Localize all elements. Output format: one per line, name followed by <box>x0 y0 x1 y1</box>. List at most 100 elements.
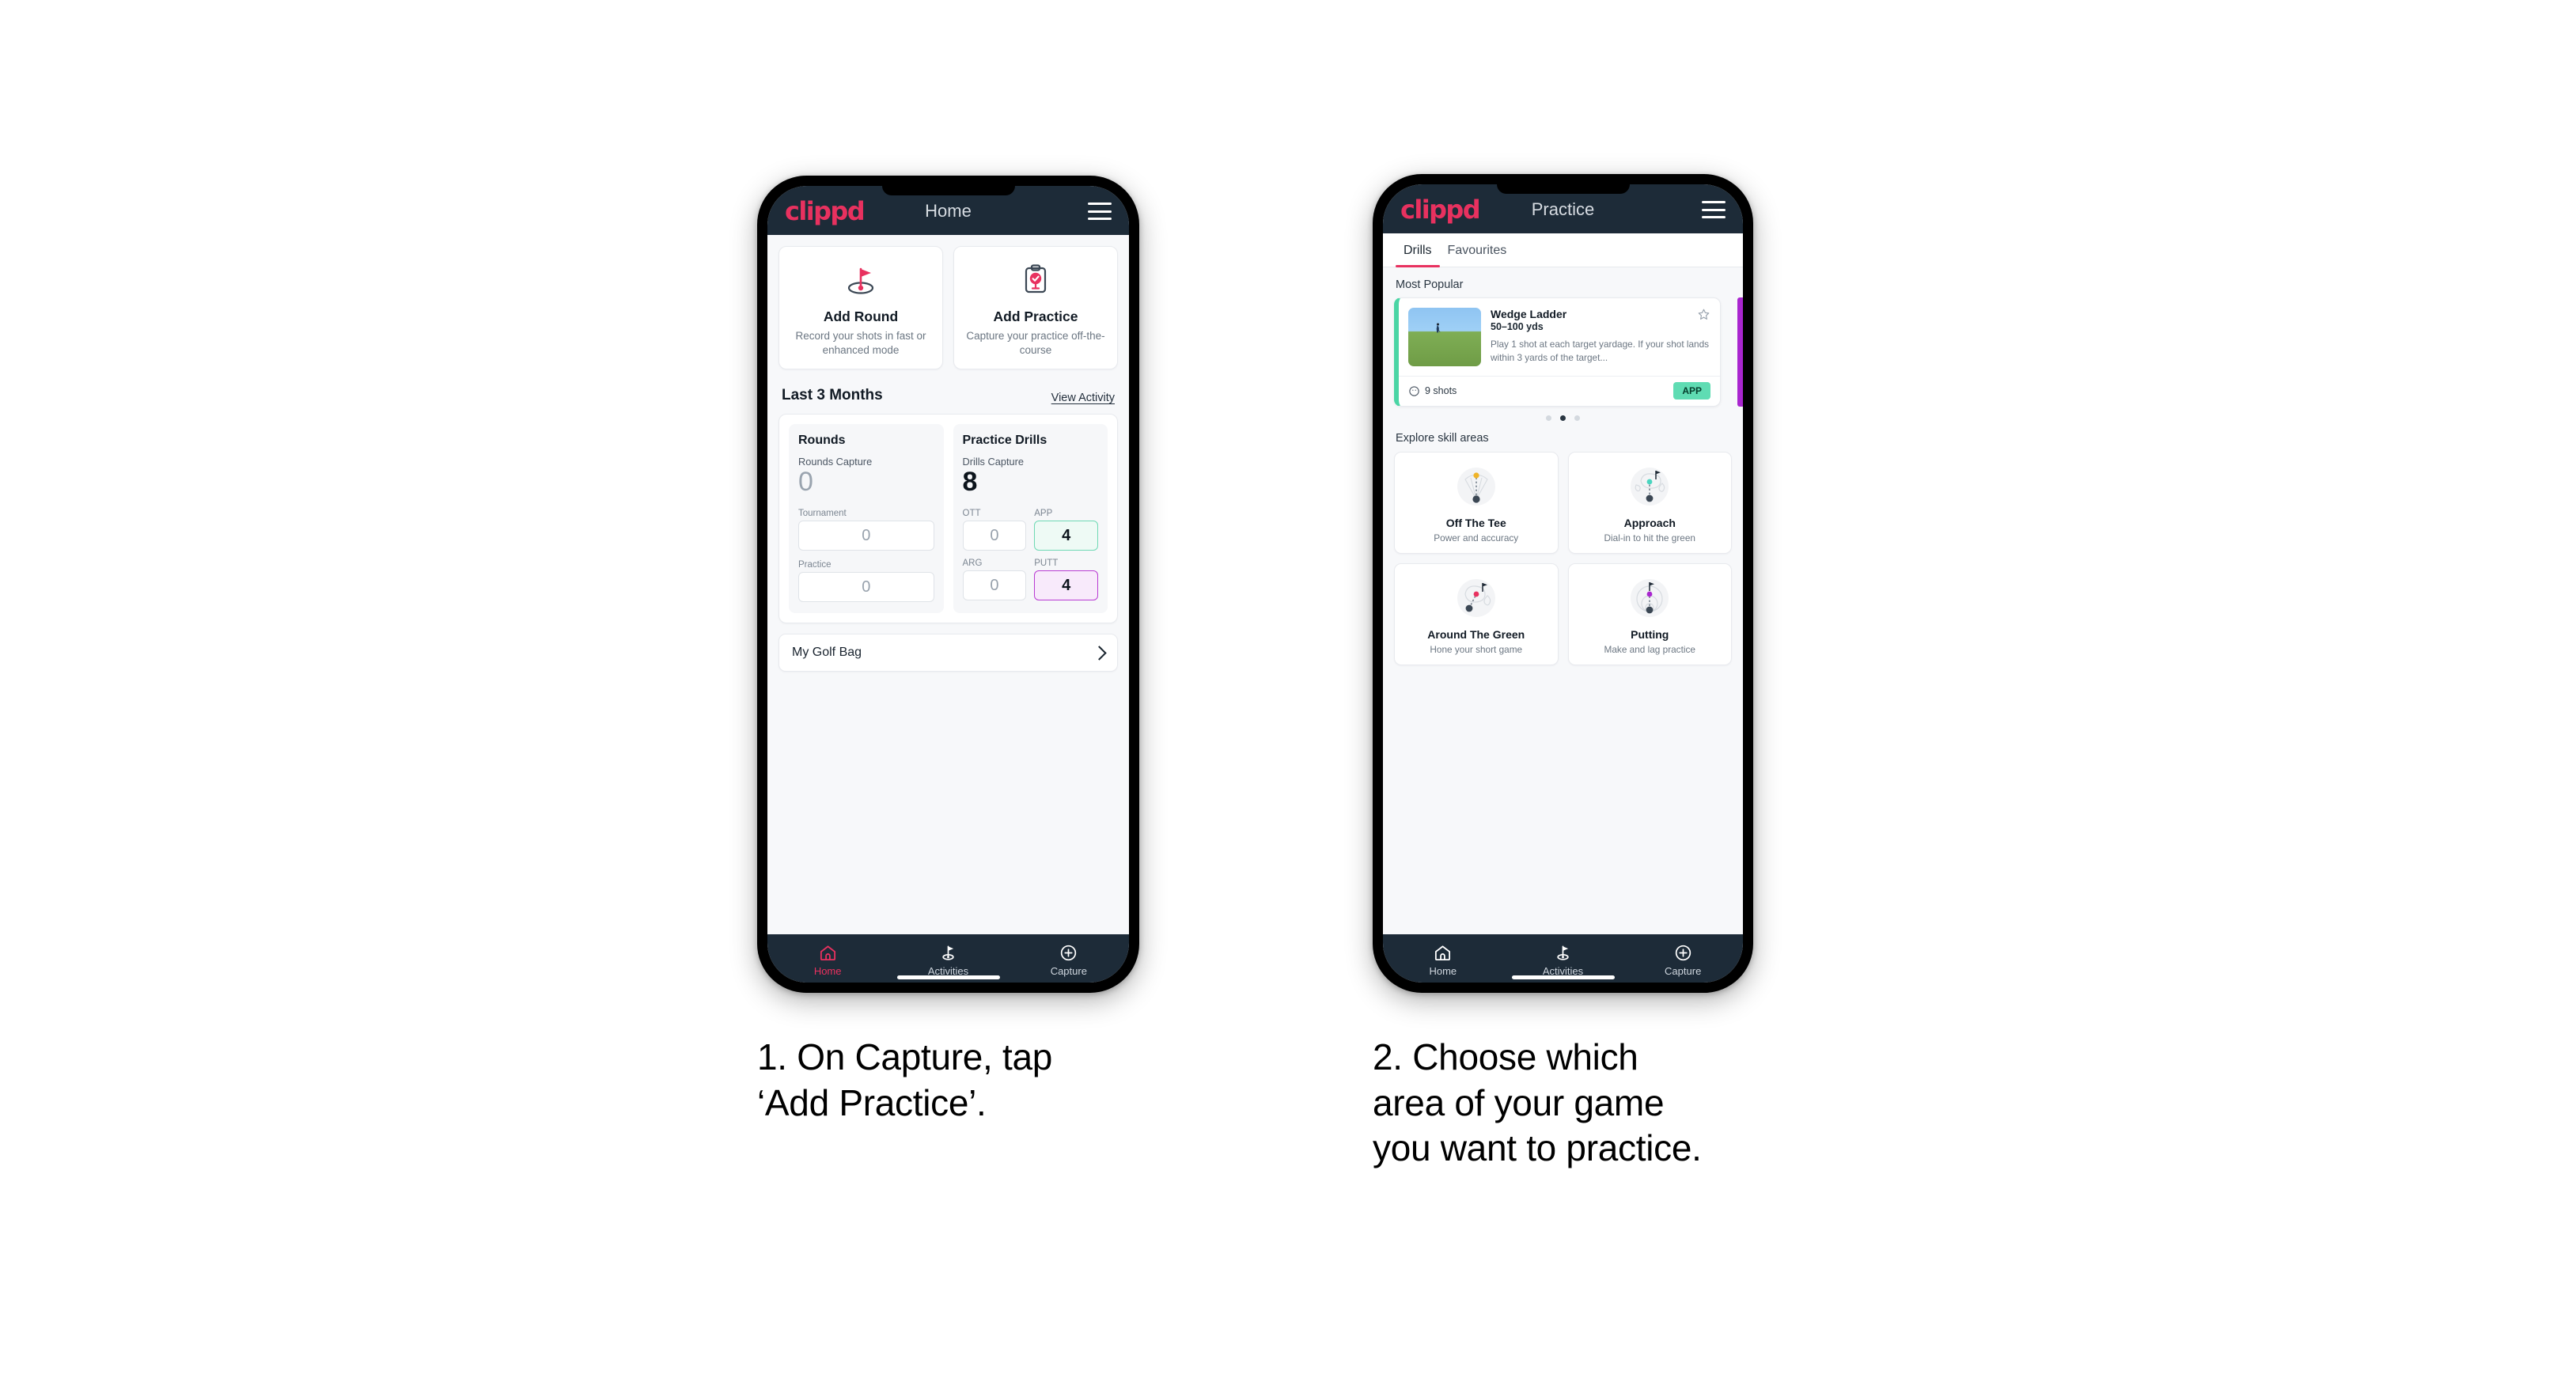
star-outline-icon[interactable] <box>1697 308 1710 321</box>
rounds-tournament-label: Tournament <box>798 509 847 519</box>
drill-title-row: Wedge Ladder 50–100 yds <box>1491 308 1710 332</box>
skill-sub-off-the-tee: Power and accuracy <box>1434 532 1519 543</box>
skill-card-approach[interactable]: Approach Dial-in to hit the green <box>1567 452 1732 554</box>
nav-items: Home Activities Capture <box>767 943 1129 977</box>
caption-step-2: 2. Choose which area of your game you wa… <box>1373 1036 1702 1168</box>
nav-item-activities[interactable]: Activities <box>888 943 1008 977</box>
drill-card-footer: 9 shots APP <box>1399 376 1720 406</box>
clipboard-check-icon <box>960 259 1111 301</box>
phone-screen-2: clippd Practice Drills Favourites Most P… <box>1383 184 1743 983</box>
rounds-panel-title: Rounds <box>798 433 846 447</box>
carousel-dot-3[interactable] <box>1574 415 1580 421</box>
carousel-dots <box>1383 415 1743 421</box>
around-the-green-icon <box>1400 574 1553 623</box>
drills-capture-value: 8 <box>962 466 978 497</box>
drill-meta: Wedge Ladder 50–100 yds Play 1 shot at e… <box>1491 308 1710 366</box>
phone-screen-1: clippd Home Add Round Record your shots … <box>767 186 1129 983</box>
drills-capture-label: Drills Capture <box>962 455 1025 468</box>
drill-shots: 9 shots <box>1408 385 1457 397</box>
home-icon <box>1383 943 1503 962</box>
home-content: Add Round Record your shots in fast or e… <box>767 235 1129 934</box>
nav-item-home[interactable]: Home <box>767 943 888 977</box>
drill-card-wedge-ladder[interactable]: Wedge Ladder 50–100 yds Play 1 shot at e… <box>1394 297 1721 407</box>
my-golf-bag-label: My Golf Bag <box>792 646 862 660</box>
carousel-dot-2[interactable] <box>1560 415 1566 421</box>
clock-icon <box>1409 385 1419 396</box>
rounds-tournament-value[interactable]: 0 <box>798 521 934 551</box>
rounds-capture-value: 0 <box>798 466 813 497</box>
add-round-sub: Record your shots in fast or enhanced mo… <box>795 330 926 356</box>
rounds-practice-label: Practice <box>798 560 832 570</box>
drills-putt-value[interactable]: 4 <box>1034 570 1098 601</box>
nav-label-home: Home <box>1429 965 1457 977</box>
practice-content: Most Popular Wedge Ladder 50–100 yds Pla… <box>1383 267 1743 934</box>
notch <box>1496 184 1630 194</box>
rounds-practice-cell: Practice 0 <box>798 560 934 603</box>
drills-mini-grid: OTT 0 APP 4 ARG 0 PUTT 4 <box>962 509 1098 601</box>
rounds-tournament-cell: Tournament 0 <box>798 509 934 551</box>
drills-ott-value[interactable]: 0 <box>962 521 1027 551</box>
caption-step-1: 1. On Capture, tap ‘Add Practice’. <box>757 1036 1053 1123</box>
nav-item-activities[interactable]: Activities <box>1503 943 1623 977</box>
hamburger-icon[interactable] <box>1702 201 1726 218</box>
hamburger-icon[interactable] <box>1088 203 1112 220</box>
golf-flag-icon <box>888 943 1008 962</box>
rounds-mini-grid: Tournament 0 Practice 0 <box>798 509 934 603</box>
drill-carousel[interactable]: Wedge Ladder 50–100 yds Play 1 shot at e… <box>1383 297 1743 407</box>
clippd-logo[interactable]: clippd <box>1400 197 1481 222</box>
drills-arg-value[interactable]: 0 <box>962 570 1027 601</box>
carousel-dot-1[interactable] <box>1546 415 1551 421</box>
drills-panel-title: Practice Drills <box>962 433 1047 447</box>
rounds-practice-value[interactable]: 0 <box>798 572 934 603</box>
nav-item-home[interactable]: Home <box>1383 943 1503 977</box>
drills-app-cell: APP 4 <box>1034 509 1098 551</box>
nav-item-capture[interactable]: Capture <box>1623 943 1743 977</box>
phone-frame-2: clippd Practice Drills Favourites Most P… <box>1373 174 1753 993</box>
drill-description: Play 1 shot at each target yardage. If y… <box>1491 339 1710 363</box>
tab-favourites[interactable]: Favourites <box>1440 233 1515 267</box>
my-golf-bag-row[interactable]: My Golf Bag <box>778 634 1118 672</box>
tab-favourites-label: Favourites <box>1447 244 1507 257</box>
add-round-card[interactable]: Add Round Record your shots in fast or e… <box>778 246 943 369</box>
view-activity-link[interactable]: View Activity <box>1051 392 1115 404</box>
explore-section: Explore skill areas Off The Tee Power an… <box>1383 432 1743 665</box>
skill-title-off-the-tee: Off The Tee <box>1445 517 1506 529</box>
nav-label-capture: Capture <box>1050 965 1087 977</box>
bottom-nav-1: Home Activities Capture <box>767 934 1129 983</box>
nav-item-capture[interactable]: Capture <box>1009 943 1129 977</box>
skill-title-approach: Approach <box>1623 517 1676 529</box>
rounds-panel: Rounds Rounds Capture 0 Tournament 0 Pra… <box>789 423 944 614</box>
clippd-logo[interactable]: clippd <box>785 199 866 224</box>
skill-sub-putting: Make and lag practice <box>1604 644 1695 655</box>
chevron-right-icon <box>1092 646 1107 661</box>
next-drill-card-peek[interactable] <box>1737 297 1743 407</box>
skill-title-putting: Putting <box>1631 628 1669 641</box>
practice-tabs: Drills Favourites <box>1383 233 1743 267</box>
most-popular-section-head: Most Popular <box>1383 278 1743 291</box>
drill-yardage: 50–100 yds <box>1491 321 1544 332</box>
nav-label-capture: Capture <box>1665 965 1702 977</box>
add-practice-card[interactable]: Add Practice Capture your practice off-t… <box>953 246 1118 369</box>
tab-drills[interactable]: Drills <box>1396 233 1440 267</box>
plus-circle-icon <box>1623 943 1743 962</box>
drills-arg-cell: ARG 0 <box>962 559 1027 601</box>
skill-areas-grid: Off The Tee Power and accuracy Approach … <box>1394 452 1732 665</box>
skill-sub-around-the-green: Hone your short game <box>1430 644 1523 655</box>
skill-title-around-the-green: Around The Green <box>1427 628 1525 641</box>
home-indicator <box>896 975 1000 979</box>
skill-card-around-the-green[interactable]: Around The Green Hone your short game <box>1394 563 1559 665</box>
drills-putt-cell: PUTT 4 <box>1034 559 1098 601</box>
drills-app-label: APP <box>1034 509 1053 519</box>
plus-circle-icon <box>1009 943 1129 962</box>
drills-app-value[interactable]: 4 <box>1034 521 1098 551</box>
section-title: Last 3 Months <box>782 386 883 403</box>
drill-title-block: Wedge Ladder 50–100 yds <box>1491 308 1566 332</box>
add-round-title: Add Round <box>823 309 899 324</box>
drills-putt-label: PUTT <box>1034 559 1059 569</box>
skill-card-off-the-tee[interactable]: Off The Tee Power and accuracy <box>1394 452 1559 554</box>
notch <box>881 186 1015 195</box>
drills-ott-cell: OTT 0 <box>962 509 1027 551</box>
putting-icon <box>1574 574 1727 623</box>
skill-card-putting[interactable]: Putting Make and lag practice <box>1567 563 1732 665</box>
drill-title: Wedge Ladder <box>1491 308 1567 320</box>
